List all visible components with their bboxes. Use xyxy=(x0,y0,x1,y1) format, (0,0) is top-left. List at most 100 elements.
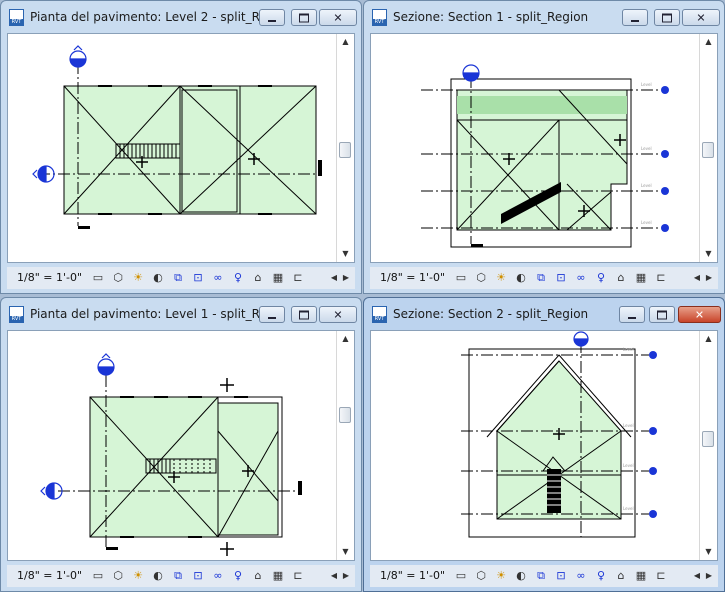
lightbulb-icon[interactable]: ♀ xyxy=(229,270,247,286)
shadows-icon[interactable]: ◐ xyxy=(149,568,167,584)
crop-view-icon[interactable]: ⧉ xyxy=(532,568,550,584)
scroll-up-icon[interactable]: ▲ xyxy=(337,331,354,347)
scroll-right-icon[interactable]: ▶ xyxy=(341,270,351,286)
minimize-button[interactable] xyxy=(622,9,648,26)
detail-level-icon[interactable]: ▭ xyxy=(89,270,107,286)
title-bar[interactable]: RVT Sezione: Section 1 - split_Region ✕ xyxy=(364,1,724,33)
close-button[interactable]: ✕ xyxy=(319,9,357,26)
hide-analytical-icon[interactable]: ⊏ xyxy=(289,270,307,286)
horizontal-scroll[interactable]: ◀ ▶ xyxy=(692,270,714,286)
drawing-canvas[interactable]: ▲ ▼ xyxy=(7,330,355,561)
visual-style-icon[interactable]: ⬡ xyxy=(472,568,490,584)
maximize-button[interactable] xyxy=(649,306,675,323)
scroll-down-icon[interactable]: ▼ xyxy=(700,544,717,560)
drawing-canvas[interactable]: Level Level Level Level ▲ ▼ xyxy=(370,33,718,263)
view-scale[interactable]: 1/8" = 1'-0" xyxy=(380,271,445,284)
drawing-canvas[interactable]: Level Level Level Level ▲ ▼ xyxy=(370,330,718,561)
view-scale[interactable]: 1/8" = 1'-0" xyxy=(17,271,82,284)
scroll-thumb[interactable] xyxy=(339,142,351,158)
scroll-up-icon[interactable]: ▲ xyxy=(700,34,717,50)
lightbulb-icon[interactable]: ♀ xyxy=(229,568,247,584)
minimize-button[interactable] xyxy=(259,9,285,26)
hide-analytical-icon[interactable]: ⊏ xyxy=(289,568,307,584)
visual-style-icon[interactable]: ⬡ xyxy=(109,270,127,286)
visual-style-icon[interactable]: ⬡ xyxy=(472,270,490,286)
scroll-left-icon[interactable]: ◀ xyxy=(329,270,339,286)
lock-3d-icon[interactable]: ⌂ xyxy=(249,568,267,584)
close-icon: ✕ xyxy=(694,308,705,321)
maximize-button[interactable] xyxy=(654,9,680,26)
hide-analytical-icon[interactable]: ⊏ xyxy=(652,270,670,286)
close-button[interactable]: ✕ xyxy=(678,306,721,323)
hide-analytical-icon[interactable]: ⊏ xyxy=(652,568,670,584)
scroll-left-icon[interactable]: ◀ xyxy=(692,568,702,584)
temporary-hide-icon[interactable]: ∞ xyxy=(209,568,227,584)
title-bar[interactable]: RVT Sezione: Section 2 - split_Region ✕ xyxy=(364,298,724,330)
lock-3d-icon[interactable]: ⌂ xyxy=(612,270,630,286)
lightbulb-icon[interactable]: ♀ xyxy=(592,270,610,286)
scroll-right-icon[interactable]: ▶ xyxy=(704,568,714,584)
horizontal-scroll[interactable]: ◀ ▶ xyxy=(329,568,351,584)
scroll-down-icon[interactable]: ▼ xyxy=(337,544,354,560)
minimize-icon xyxy=(268,19,276,22)
scroll-down-icon[interactable]: ▼ xyxy=(337,246,354,262)
crop-view-icon[interactable]: ⧉ xyxy=(169,270,187,286)
detail-level-icon[interactable]: ▭ xyxy=(89,568,107,584)
detail-level-icon[interactable]: ▭ xyxy=(452,568,470,584)
worksharing-icon[interactable]: ▦ xyxy=(632,568,650,584)
vertical-scrollbar[interactable]: ▲ ▼ xyxy=(336,34,354,262)
crop-view-icon[interactable]: ⧉ xyxy=(532,270,550,286)
scroll-thumb[interactable] xyxy=(339,407,351,423)
minimize-button[interactable] xyxy=(259,306,285,323)
drawing-canvas[interactable]: ▲ ▼ xyxy=(7,33,355,263)
visual-style-icon[interactable]: ⬡ xyxy=(109,568,127,584)
temporary-hide-icon[interactable]: ∞ xyxy=(572,568,590,584)
scroll-right-icon[interactable]: ▶ xyxy=(704,270,714,286)
shadows-icon[interactable]: ◐ xyxy=(149,270,167,286)
worksharing-icon[interactable]: ▦ xyxy=(632,270,650,286)
minimize-button[interactable] xyxy=(619,306,645,323)
horizontal-scroll[interactable]: ◀ ▶ xyxy=(329,270,351,286)
show-crop-icon[interactable]: ⊡ xyxy=(552,270,570,286)
sun-path-icon[interactable]: ☀ xyxy=(129,568,147,584)
shadows-icon[interactable]: ◐ xyxy=(512,270,530,286)
show-crop-icon[interactable]: ⊡ xyxy=(189,568,207,584)
scroll-left-icon[interactable]: ◀ xyxy=(329,568,339,584)
crop-view-icon[interactable]: ⧉ xyxy=(169,568,187,584)
scroll-thumb[interactable] xyxy=(702,142,714,158)
sun-path-icon[interactable]: ☀ xyxy=(129,270,147,286)
horizontal-scroll[interactable]: ◀ ▶ xyxy=(692,568,714,584)
detail-level-icon[interactable]: ▭ xyxy=(452,270,470,286)
close-button[interactable]: ✕ xyxy=(319,306,357,323)
scroll-thumb[interactable] xyxy=(702,431,714,447)
title-bar[interactable]: RVT Pianta del pavimento: Level 1 - spli… xyxy=(1,298,361,330)
lightbulb-icon[interactable]: ♀ xyxy=(592,568,610,584)
lock-3d-icon[interactable]: ⌂ xyxy=(249,270,267,286)
scroll-right-icon[interactable]: ▶ xyxy=(341,568,351,584)
maximize-button[interactable] xyxy=(291,306,317,323)
close-button[interactable]: ✕ xyxy=(682,9,720,26)
show-crop-icon[interactable]: ⊡ xyxy=(189,270,207,286)
maximize-button[interactable] xyxy=(291,9,317,26)
scroll-up-icon[interactable]: ▲ xyxy=(700,331,717,347)
worksharing-icon[interactable]: ▦ xyxy=(269,270,287,286)
lock-3d-icon[interactable]: ⌂ xyxy=(612,568,630,584)
scroll-left-icon[interactable]: ◀ xyxy=(692,270,702,286)
worksharing-icon[interactable]: ▦ xyxy=(269,568,287,584)
show-crop-icon[interactable]: ⊡ xyxy=(552,568,570,584)
vertical-scrollbar[interactable]: ▲ ▼ xyxy=(336,331,354,560)
temporary-hide-icon[interactable]: ∞ xyxy=(572,270,590,286)
vertical-scrollbar[interactable]: ▲ ▼ xyxy=(699,331,717,560)
scroll-up-icon[interactable]: ▲ xyxy=(337,34,354,50)
temporary-hide-icon[interactable]: ∞ xyxy=(209,270,227,286)
view-scale[interactable]: 1/8" = 1'-0" xyxy=(17,569,82,582)
close-icon: ✕ xyxy=(696,11,706,24)
vertical-scrollbar[interactable]: ▲ ▼ xyxy=(699,34,717,262)
view-scale[interactable]: 1/8" = 1'-0" xyxy=(380,569,445,582)
view-control-bar: 1/8" = 1'-0" ▭ ⬡ ☀ ◐ ⧉ ⊡ ∞ ♀ ⌂ ▦ ⊏ ◀ ▶ xyxy=(7,565,355,587)
scroll-down-icon[interactable]: ▼ xyxy=(700,246,717,262)
sun-path-icon[interactable]: ☀ xyxy=(492,568,510,584)
title-bar[interactable]: RVT Pianta del pavimento: Level 2 - spli… xyxy=(1,1,361,33)
sun-path-icon[interactable]: ☀ xyxy=(492,270,510,286)
shadows-icon[interactable]: ◐ xyxy=(512,568,530,584)
